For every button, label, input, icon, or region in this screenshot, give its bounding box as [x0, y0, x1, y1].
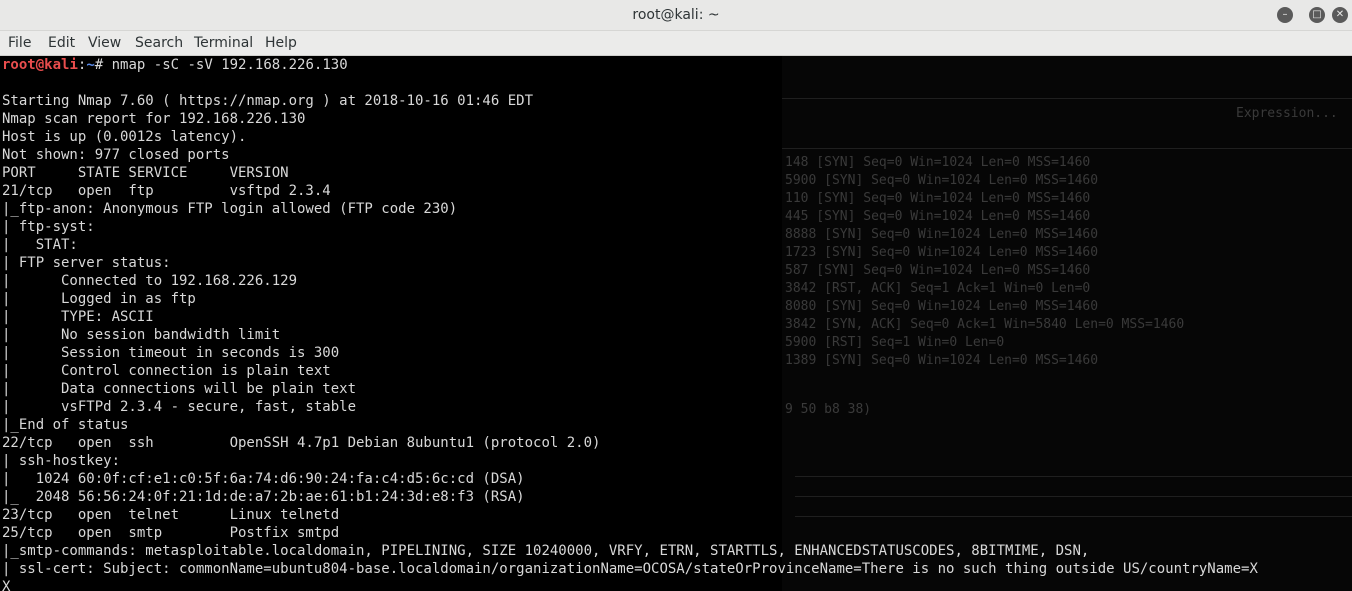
output-line: 25/tcp open smtp Postfix smtpd: [2, 525, 340, 541]
output-line: | FTP server status:: [2, 255, 171, 271]
prompt-path: ~: [86, 57, 95, 73]
menu-bar: File Edit View Search Terminal Help: [0, 31, 1352, 56]
command-line: root@kali:~# nmap -sC -sV 192.168.226.13…: [2, 56, 1258, 74]
menu-edit[interactable]: Edit: [48, 31, 75, 55]
output-line: X: [2, 579, 11, 591]
output-line: | Connected to 192.168.226.129: [2, 273, 298, 289]
output-line: | ftp-syst:: [2, 219, 104, 235]
prompt-at: @: [35, 57, 45, 73]
close-icon[interactable]: ✕: [1332, 7, 1348, 23]
menu-terminal[interactable]: Terminal: [194, 31, 253, 55]
output-line: |_ 2048 56:56:24:0f:21:1d:de:a7:2b:ae:61…: [2, 489, 525, 505]
terminal-area[interactable]: Expression... 9 50 b8 38) 148 [SYN] Seq=…: [0, 56, 1352, 591]
output-line: | Data connections will be plain text: [2, 381, 357, 397]
output-line: Starting Nmap 7.60 ( https://nmap.org ) …: [2, 93, 534, 109]
output-line: 22/tcp open ssh OpenSSH 4.7p1 Debian 8ub…: [2, 435, 601, 451]
output-line: | TYPE: ASCII: [2, 309, 154, 325]
menu-help[interactable]: Help: [265, 31, 297, 55]
output-line: Host is up (0.0012s latency).: [2, 129, 247, 145]
prompt-host: kali: [44, 57, 78, 73]
output-line: | ssl-cert: Subject: commonName=ubuntu80…: [2, 561, 1258, 577]
output-line: | ssh-hostkey:: [2, 453, 129, 469]
output-line: | vsFTPd 2.3.4 - secure, fast, stable: [2, 399, 357, 415]
output-line: | No session bandwidth limit: [2, 327, 281, 343]
output-line: Nmap scan report for 192.168.226.130: [2, 111, 306, 127]
command-text: nmap -sC -sV 192.168.226.130: [103, 57, 348, 73]
output-line: |_ftp-anon: Anonymous FTP login allowed …: [2, 201, 458, 217]
menu-file[interactable]: File: [8, 31, 31, 55]
output-line: | Session timeout in seconds is 300: [2, 345, 340, 361]
output-line: 21/tcp open ftp vsftpd 2.3.4: [2, 183, 331, 199]
output-line: Not shown: 977 closed ports: [2, 147, 230, 163]
output-line: |_smtp-commands: metasploitable.localdom…: [2, 543, 1090, 559]
terminal-output: root@kali:~# nmap -sC -sV 192.168.226.13…: [2, 56, 1258, 591]
minimize-icon[interactable]: –: [1277, 7, 1293, 23]
maximize-icon[interactable]: □: [1309, 7, 1325, 23]
output-line: |_End of status: [2, 417, 129, 433]
output-line: | 1024 60:0f:cf:e1:c0:5f:6a:74:d6:90:24:…: [2, 471, 525, 487]
output-line: 23/tcp open telnet Linux telnetd: [2, 507, 340, 523]
prompt-symbol: #: [94, 57, 104, 73]
terminal-window: root@kali: ~ – □ ✕ File Edit View Search…: [0, 0, 1352, 591]
output-line: | STAT:: [2, 237, 87, 253]
menu-search[interactable]: Search: [135, 31, 183, 55]
output-line: | Control connection is plain text: [2, 363, 331, 379]
window-title: root@kali: ~: [632, 7, 720, 23]
prompt-user: root: [2, 57, 36, 73]
menu-view[interactable]: View: [88, 31, 121, 55]
title-bar[interactable]: root@kali: ~ – □ ✕: [0, 0, 1352, 31]
output-line: PORT STATE SERVICE VERSION: [2, 165, 289, 181]
output-line: | Logged in as ftp: [2, 291, 196, 307]
